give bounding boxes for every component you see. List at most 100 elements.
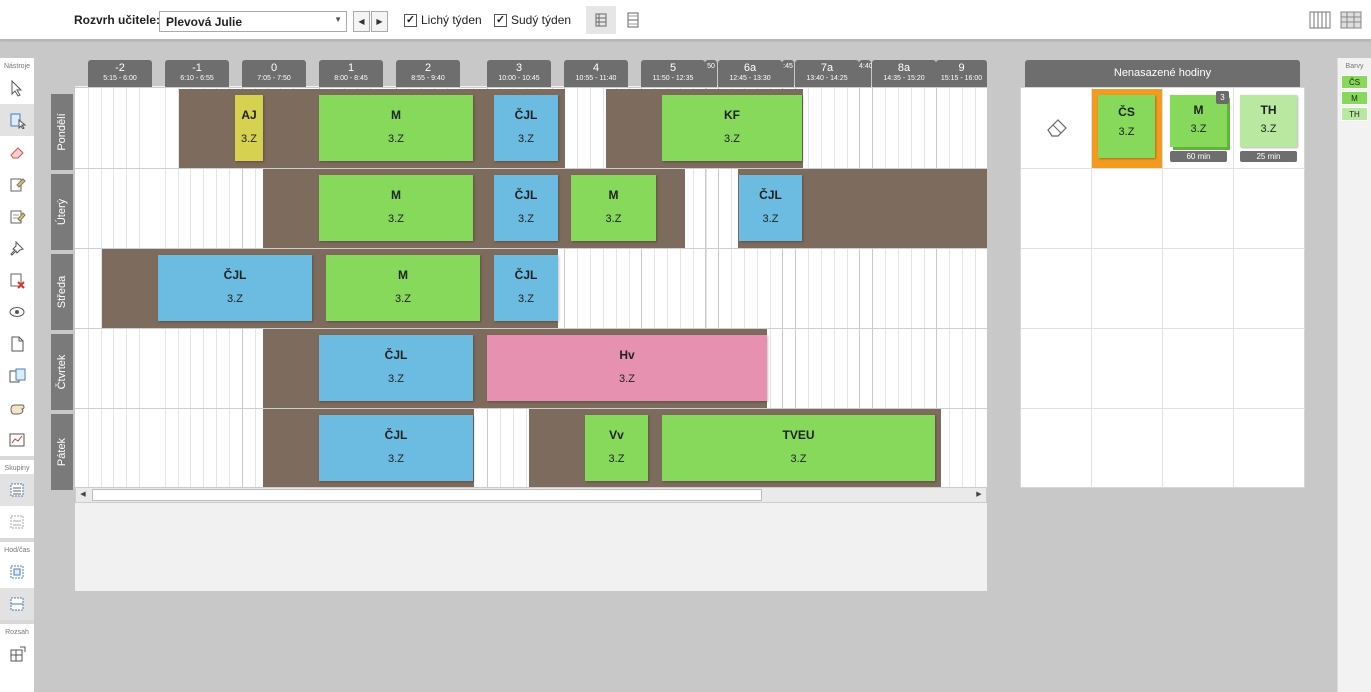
color-chip[interactable]: ČS (1341, 75, 1368, 89)
edit-lesson-tool[interactable] (0, 168, 34, 200)
scroll-left-arrow-icon[interactable]: ◀ (76, 489, 90, 501)
lesson-card[interactable]: M 3.Z (571, 175, 656, 241)
even-week-checkbox[interactable]: ✓ Sudý týden (494, 13, 571, 27)
period-header[interactable]: 5 11:50 - 12:35 (641, 60, 705, 87)
color-chip[interactable]: M (1341, 91, 1368, 105)
document-icon (11, 336, 24, 352)
colors-sidebar: Barvy ČS M TH (1337, 58, 1371, 692)
list-view-button[interactable] (586, 6, 616, 34)
period-header[interactable]: 7a 13:40 - 14:25 (795, 60, 859, 87)
hand-tool[interactable] (0, 392, 34, 424)
chart-tool[interactable] (0, 424, 34, 456)
lesson-card[interactable]: Hv 3.Z (487, 335, 767, 401)
pin-icon (10, 240, 24, 256)
period-header[interactable]: 0 7:05 - 7:50 (242, 60, 306, 87)
lesson-card[interactable]: ČJL 3.Z (739, 175, 802, 241)
period-header[interactable]: :45 (782, 60, 794, 87)
lesson-card[interactable]: AJ 3.Z (235, 95, 263, 161)
split-view-icon (627, 12, 639, 28)
period-header[interactable]: -2 5:15 - 6:00 (88, 60, 152, 87)
lesson-card[interactable]: M 3.Z (326, 255, 480, 321)
next-teacher-button[interactable]: ▶ (371, 11, 388, 32)
lesson-card[interactable]: TVEU 3.Z (662, 415, 935, 481)
time-mode-tool[interactable] (0, 588, 34, 620)
day-label-thursday: Čtvrtek (51, 334, 73, 410)
timetable-grid[interactable]: AJ 3.Z M 3.Z ČJL 3.Z KF 3.Z M 3.Z ČJL 3.Z M 3.Z… (75, 87, 987, 487)
duration-label: 25 min (1240, 151, 1297, 162)
subject-tool[interactable] (0, 360, 34, 392)
grid-view-button[interactable] (1336, 6, 1366, 34)
period-header[interactable]: 3 10:00 - 10:45 (487, 60, 551, 87)
odd-week-checkbox[interactable]: ✓ Lichý týden (404, 13, 482, 27)
duration-label: 60 min (1170, 151, 1227, 162)
unassigned-lessons-grid[interactable]: ČS 3.Z M 3.Z 3 60 min TH 3.Z 25 min (1020, 87, 1305, 488)
eye-icon (9, 307, 25, 317)
range-tool[interactable] (0, 638, 34, 670)
day-label-wednesday: Středa (51, 254, 73, 330)
even-week-label: Sudý týden (511, 13, 572, 27)
group-list-icon (10, 483, 24, 497)
period-header[interactable]: 50 (705, 60, 717, 87)
period-header[interactable]: 6a 12:45 - 13:30 (718, 60, 782, 87)
day-label-tuesday: Úterý (51, 174, 73, 250)
hour-time-section-title: Hod/čas (4, 547, 30, 554)
horizontal-scrollbar[interactable]: ◀ ▶ (75, 487, 987, 503)
grid-icon (1340, 11, 1362, 29)
checkmark-icon: ✓ (494, 13, 507, 27)
unassigned-card[interactable]: TH 3.Z (1240, 95, 1297, 147)
color-chip[interactable]: TH (1341, 107, 1368, 121)
list-view-icon (595, 13, 607, 27)
group-split-tool[interactable] (0, 506, 34, 538)
lesson-card[interactable]: M 3.Z (319, 95, 473, 161)
delete-lesson-tool[interactable] (0, 264, 34, 296)
period-header[interactable]: 2 8:55 - 9:40 (396, 60, 460, 87)
teacher-select[interactable]: Plevová Julie ▼ (159, 11, 347, 32)
teacher-schedule-label: Rozvrh učitele: (74, 13, 161, 27)
lesson-card[interactable]: ČJL 3.Z (494, 95, 558, 161)
lesson-card[interactable]: ČJL 3.Z (494, 175, 558, 241)
lesson-card[interactable]: ČJL 3.Z (319, 335, 473, 401)
day-label-friday: Pátek (51, 414, 73, 490)
week-columns-view-button[interactable] (1305, 6, 1335, 34)
scroll-right-arrow-icon[interactable]: ▶ (972, 489, 986, 501)
lesson-card[interactable]: KF 3.Z (662, 95, 802, 161)
unassigned-card[interactable]: M 3.Z 3 (1170, 91, 1229, 147)
view-tool[interactable] (0, 296, 34, 328)
period-header[interactable]: 8a 14:35 - 15:20 (872, 60, 936, 87)
period-header[interactable]: 9 15:15 - 16:00 (936, 60, 987, 87)
edit-card-icon (10, 178, 26, 192)
hour-mode-tool[interactable] (0, 556, 34, 588)
period-header[interactable]: 4 10:55 - 11:40 (564, 60, 628, 87)
eraser-icon (10, 147, 24, 159)
scrollbar-thumb[interactable] (92, 489, 762, 501)
tools-sidebar: Nástroje Skupiny Hod/čas Rozsah (0, 58, 34, 692)
period-header[interactable]: -1 6:10 - 6:55 (165, 60, 229, 87)
range-section-title: Rozsah (5, 629, 29, 636)
group-split-icon (10, 515, 24, 529)
count-badge: 3 (1216, 91, 1229, 104)
chart-icon (9, 433, 25, 447)
cursor-icon (11, 79, 23, 97)
unassigned-card[interactable]: ČS 3.Z (1098, 95, 1155, 158)
columns-icon (1309, 11, 1331, 29)
lesson-card[interactable]: ČJL 3.Z (158, 255, 312, 321)
document-tool[interactable] (0, 328, 34, 360)
group-view-tool[interactable] (0, 474, 34, 506)
previous-teacher-button[interactable]: ◀ (353, 11, 370, 32)
eraser-icon[interactable] (1045, 116, 1069, 141)
edit-details-tool[interactable] (0, 200, 34, 232)
period-header[interactable]: 1 8:00 - 8:45 (319, 60, 383, 87)
split-view-button[interactable] (618, 6, 648, 34)
period-header[interactable]: 4:40 (859, 60, 873, 87)
odd-week-label: Lichý týden (421, 13, 482, 27)
groups-section-title: Skupiny (4, 465, 30, 472)
lesson-card[interactable]: M 3.Z (319, 175, 473, 241)
eraser-tool[interactable] (0, 136, 34, 168)
pin-tool[interactable] (0, 232, 34, 264)
lesson-card[interactable]: Vv 3.Z (585, 415, 648, 481)
subject-cards-icon (9, 368, 26, 383)
lesson-card[interactable]: ČJL 3.Z (319, 415, 473, 481)
move-tool[interactable] (0, 104, 34, 136)
select-tool[interactable] (0, 72, 34, 104)
lesson-card[interactable]: ČJL 3.Z (494, 255, 558, 321)
